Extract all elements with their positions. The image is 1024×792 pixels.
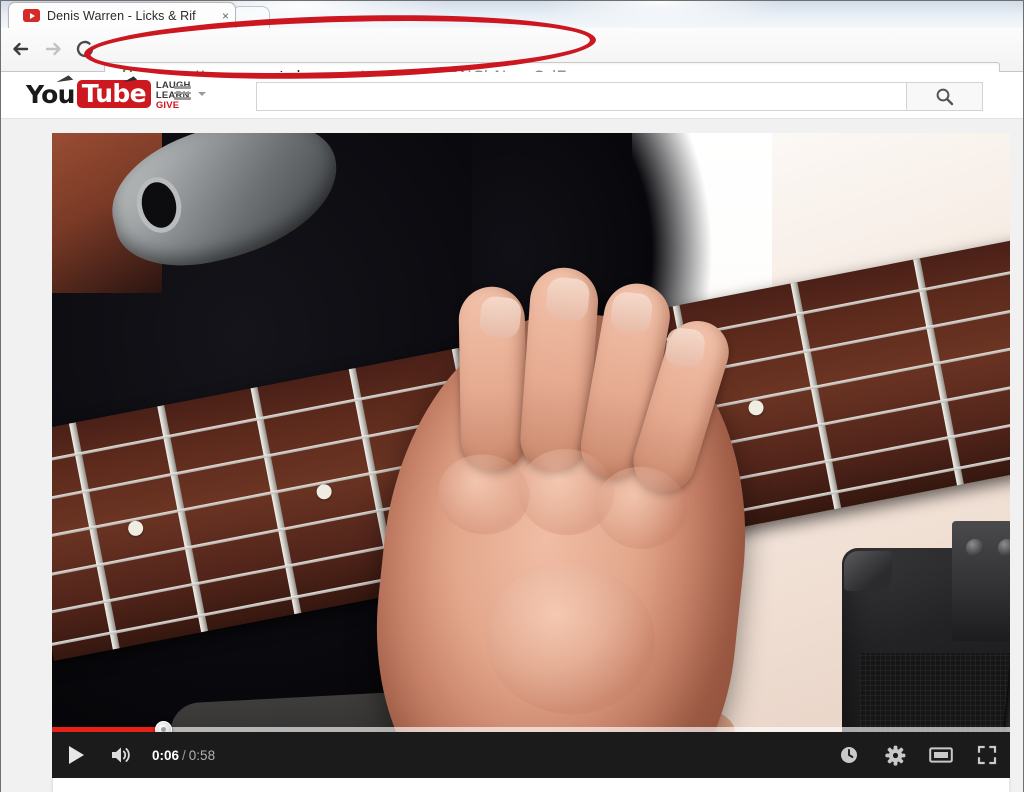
theater-mode-icon[interactable]	[918, 732, 964, 778]
forward-button[interactable]	[38, 34, 68, 64]
hamburger-icon	[174, 86, 191, 100]
browser-titlebar: Denis Warren - Licks & Rif ×	[0, 0, 1024, 28]
reload-button[interactable]	[70, 34, 100, 64]
amp-control-panel	[952, 521, 1010, 641]
logo-you-text: You	[26, 79, 75, 109]
page-viewport: You Tube LAUGH LEARN GIVE	[0, 72, 1024, 792]
amp-corner-left	[844, 551, 892, 591]
browser-toolbar: https://www.youtube.com/watch?v=QNCbNspr…	[0, 28, 1024, 92]
youtube-logo[interactable]: You Tube LAUGH LEARN GIVE	[26, 74, 191, 111]
fullscreen-icon[interactable]	[964, 732, 1010, 778]
youtube-favicon	[23, 9, 40, 22]
settings-gear-icon[interactable]	[872, 732, 918, 778]
volume-button[interactable]	[98, 732, 144, 778]
guide-menu-button[interactable]	[174, 86, 206, 100]
video-player[interactable]: 0:06/0:58	[52, 133, 1010, 778]
video-frame	[52, 133, 1010, 778]
watch-later-icon[interactable]	[826, 732, 872, 778]
search-icon	[936, 88, 954, 106]
chevron-down-icon	[198, 91, 206, 96]
play-button[interactable]	[52, 732, 98, 778]
browser-window: Denis Warren - Licks & Rif × You Tube LE…	[0, 0, 1024, 792]
logo-tube-text: Tube	[76, 80, 151, 108]
search-button[interactable]	[907, 82, 983, 111]
doodle-give: GIVE	[155, 99, 180, 111]
time-display: 0:06/0:58	[152, 748, 215, 763]
time-separator: /	[182, 747, 186, 763]
close-icon[interactable]: ×	[222, 10, 229, 22]
browser-tab[interactable]: Denis Warren - Licks & Rif ×	[8, 2, 236, 28]
youtube-masthead: You Tube LAUGH LEARN GIVE	[0, 72, 1024, 119]
current-time: 0:06	[152, 747, 180, 763]
total-time: 0:58	[188, 747, 216, 763]
search-input[interactable]	[256, 82, 907, 111]
play-icon	[69, 746, 84, 764]
new-tab-button[interactable]	[232, 6, 270, 28]
youtube-logo-mark: You Tube	[26, 74, 151, 109]
volume-icon	[112, 747, 130, 763]
player-control-bar: 0:06/0:58	[52, 732, 1010, 778]
back-button[interactable]	[6, 34, 36, 64]
video-action-bar: CC Analytics Gerenciador de vídeos	[52, 778, 1010, 792]
tab-title: Denis Warren - Licks & Rif	[47, 8, 196, 23]
